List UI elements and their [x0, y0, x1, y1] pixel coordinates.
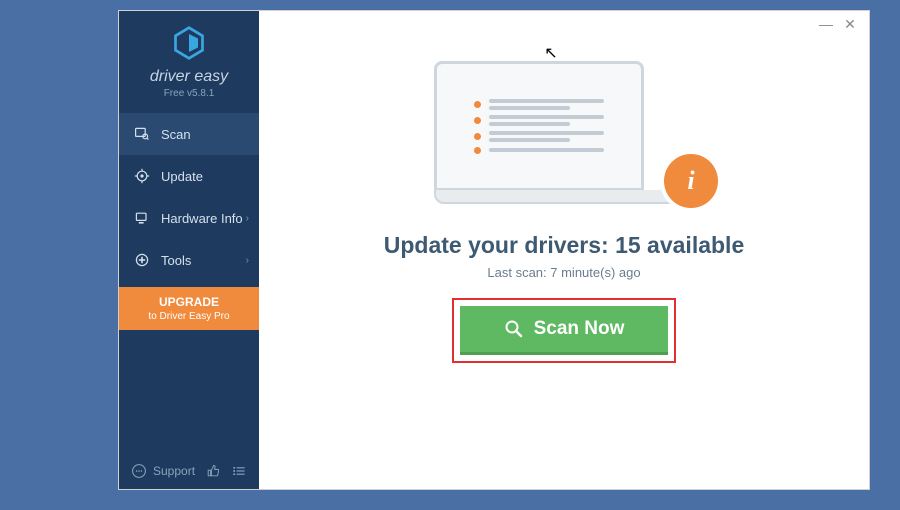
upgrade-button[interactable]: UPGRADE to Driver Easy Pro	[119, 287, 259, 330]
nav: Scan Update Hardware Info › Tools › UPGR…	[119, 113, 259, 453]
search-icon	[504, 319, 524, 339]
sidebar-item-label: Scan	[161, 127, 191, 142]
scan-now-button[interactable]: Scan Now	[460, 306, 669, 355]
chevron-right-icon: ›	[246, 213, 249, 224]
thumbs-up-icon[interactable]	[205, 463, 221, 479]
sidebar-item-tools[interactable]: Tools ›	[119, 239, 259, 281]
brand-version: Free v5.8.1	[119, 88, 259, 99]
scan-highlight-box: Scan Now	[452, 298, 677, 363]
main-panel: i Update your drivers: 15 available Last…	[259, 11, 869, 489]
sidebar-item-scan[interactable]: Scan	[119, 113, 259, 155]
laptop-icon	[434, 61, 644, 191]
hardware-icon	[133, 209, 151, 227]
brand: driver easy Free v5.8.1	[119, 11, 259, 107]
sidebar-item-label: Hardware Info	[161, 211, 243, 226]
brand-logo-icon	[119, 25, 259, 66]
titlebar: — ✕	[807, 11, 869, 37]
support-label: Support	[153, 464, 195, 478]
scan-button-label: Scan Now	[534, 318, 625, 340]
support-button[interactable]: Support	[131, 463, 195, 479]
app-window: — ✕ driver easy Free v5.8.1 Scan Update …	[118, 10, 870, 490]
upgrade-subtitle: to Driver Easy Pro	[125, 311, 253, 322]
last-scan-text: Last scan: 7 minute(s) ago	[487, 265, 640, 280]
main-heading: Update your drivers: 15 available	[384, 232, 745, 259]
sidebar: driver easy Free v5.8.1 Scan Update Hard…	[119, 11, 259, 489]
upgrade-title: UPGRADE	[159, 295, 219, 309]
illustration: i	[434, 61, 694, 204]
scan-icon	[133, 125, 151, 143]
sidebar-item-hardware[interactable]: Hardware Info ›	[119, 197, 259, 239]
chevron-right-icon: ›	[246, 255, 249, 266]
sidebar-item-label: Update	[161, 169, 203, 184]
tools-icon	[133, 251, 151, 269]
menu-icon[interactable]	[231, 463, 247, 479]
sidebar-footer: Support	[119, 453, 259, 489]
cursor-icon: ↖	[544, 43, 557, 63]
brand-title: driver easy	[119, 68, 259, 86]
chat-icon	[131, 463, 147, 479]
sidebar-item-update[interactable]: Update	[119, 155, 259, 197]
sidebar-item-label: Tools	[161, 253, 191, 268]
gear-icon	[133, 167, 151, 185]
info-badge-icon: i	[664, 154, 718, 208]
close-button[interactable]: ✕	[843, 17, 857, 31]
minimize-button[interactable]: —	[819, 17, 833, 31]
